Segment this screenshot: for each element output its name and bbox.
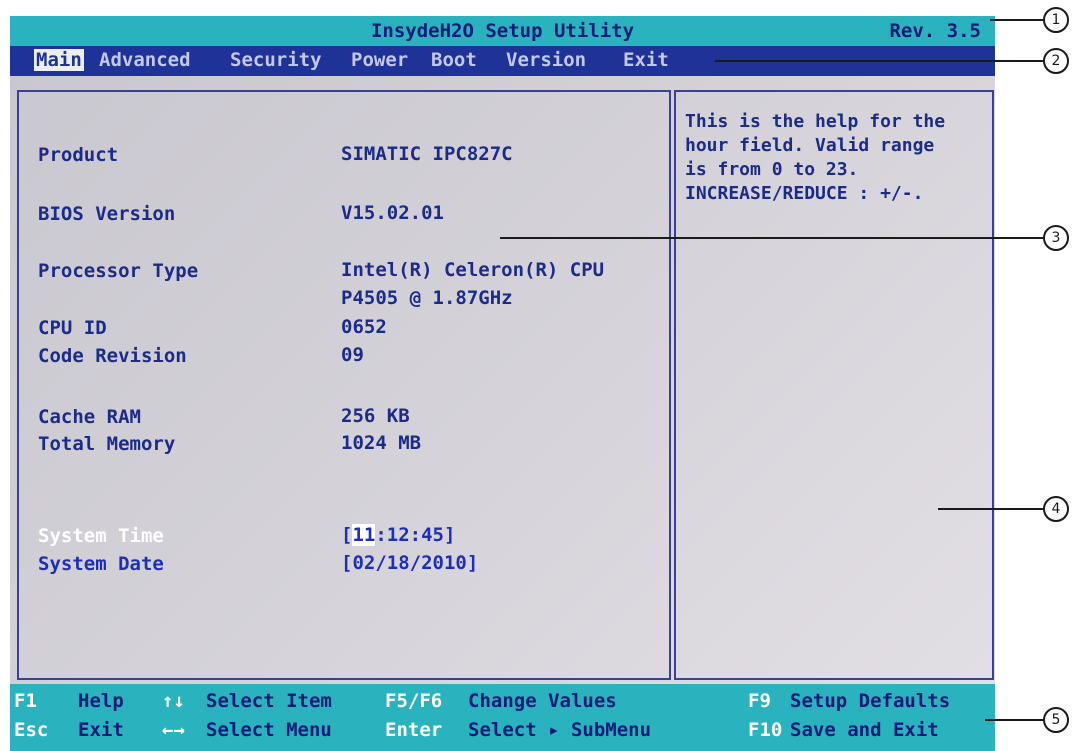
help-line: hour field. Valid range	[685, 135, 935, 156]
callout-line-2	[715, 60, 1044, 62]
menu-advanced[interactable]: Advanced	[99, 49, 191, 71]
callout-line-3	[500, 237, 1044, 239]
key-esc: Esc	[14, 719, 49, 741]
callout-line-5	[985, 719, 1044, 721]
menu-exit[interactable]: Exit	[623, 49, 669, 71]
status-bar: F1 Help ↑↓ Select Item F5/F6 Change Valu…	[10, 684, 995, 751]
help-line: is from 0 to 23.	[685, 159, 859, 180]
save-and-exit-hint: Save and Exit	[790, 719, 939, 741]
revision-label: Rev. 3.5	[889, 20, 981, 42]
processor-type-label: Processor Type	[38, 260, 199, 282]
select-item-hint: Select Item	[206, 690, 332, 712]
callout-5: 5	[1043, 707, 1069, 733]
system-time-label[interactable]: System Time	[38, 525, 164, 547]
select-submenu-hint: Select ▸ SubMenu	[468, 719, 652, 741]
bios-version-label: BIOS Version	[38, 203, 176, 225]
key-f5-f6: F5/F6	[385, 690, 443, 712]
help-text: This is the help for the hour field. Val…	[685, 110, 990, 206]
processor-type-value: Intel(R) Celeron(R) CPU	[341, 259, 605, 281]
content-area: Product SIMATIC IPC827C BIOS Version V15…	[10, 76, 995, 684]
system-date-value[interactable]: [02/18/2010]	[341, 550, 478, 576]
key-enter: Enter	[385, 719, 443, 741]
code-revision-label: Code Revision	[38, 345, 187, 367]
cpu-id-label: CPU ID	[38, 317, 107, 339]
menu-main[interactable]: Main	[34, 49, 84, 71]
key-up-down: ↑↓	[162, 690, 185, 712]
help-panel: This is the help for the hour field. Val…	[674, 90, 994, 680]
system-time-value[interactable]: [11:12:45]	[341, 522, 455, 548]
cache-ram-label: Cache RAM	[38, 406, 141, 428]
setup-defaults-hint: Setup Defaults	[790, 690, 951, 712]
callout-1: 1	[1043, 7, 1069, 33]
change-values-hint: Change Values	[468, 690, 617, 712]
main-panel: Product SIMATIC IPC827C BIOS Version V15…	[17, 90, 671, 680]
system-date-label[interactable]: System Date	[38, 553, 164, 575]
key-f9: F9	[748, 690, 771, 712]
key-f1: F1	[14, 690, 37, 712]
system-time-hour-field[interactable]: 11	[352, 524, 376, 546]
product-label: Product	[38, 144, 119, 166]
system-time-rest: :12:45]	[375, 524, 456, 546]
callout-line-4	[938, 508, 1044, 510]
title-bar: InsydeH2O Setup Utility Rev. 3.5	[10, 16, 995, 46]
help-line: INCREASE/REDUCE : +/-.	[685, 183, 924, 204]
select-menu-hint: Select Menu	[206, 719, 332, 741]
total-memory-value: 1024 MB	[341, 432, 422, 454]
bios-screen: InsydeH2O Setup Utility Rev. 3.5 Main Ad…	[10, 0, 995, 751]
app-title: InsydeH2O Setup Utility	[370, 20, 635, 42]
key-f10: F10	[748, 719, 783, 741]
exit-hint: Exit	[78, 719, 124, 741]
menu-power[interactable]: Power	[351, 49, 408, 71]
bios-version-value: V15.02.01	[341, 202, 444, 224]
product-value: SIMATIC IPC827C	[341, 143, 513, 165]
processor-type-value-line2: P4505 @ 1.87GHz	[341, 287, 513, 309]
help-hint: Help	[78, 690, 124, 712]
menu-security[interactable]: Security	[230, 49, 322, 71]
callout-4: 4	[1043, 496, 1069, 522]
code-revision-value: 09	[341, 344, 364, 366]
help-line: This is the help for the	[685, 111, 946, 132]
total-memory-label: Total Memory	[38, 433, 176, 455]
callout-3: 3	[1043, 225, 1069, 251]
key-left-right: ←→	[162, 719, 185, 741]
cache-ram-value: 256 KB	[341, 405, 410, 427]
callout-2: 2	[1043, 48, 1069, 74]
callout-line-1	[990, 19, 1044, 21]
cpu-id-value: 0652	[341, 316, 387, 338]
menu-boot[interactable]: Boot	[431, 49, 477, 71]
system-time-open-bracket: [	[341, 524, 353, 546]
menu-version[interactable]: Version	[506, 49, 586, 71]
